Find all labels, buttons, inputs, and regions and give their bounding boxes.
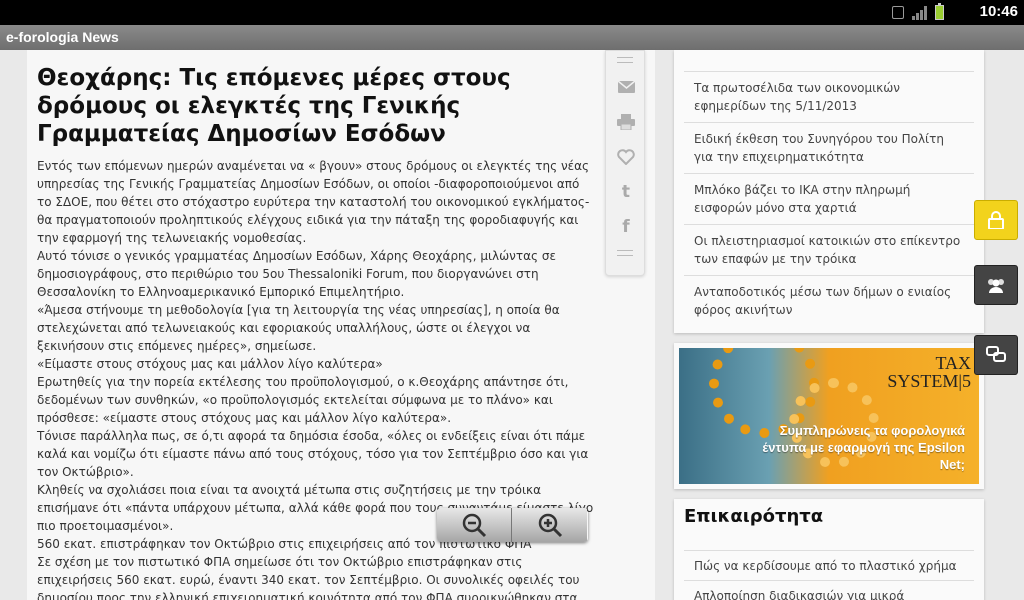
input-method-icon	[892, 6, 904, 19]
zoom-controls	[437, 508, 588, 542]
users-button[interactable]	[974, 265, 1018, 305]
section-heading: Επικαιρότητα	[684, 506, 824, 527]
article-paragraph: Τόνισε παράλληλα πως, σε ό,τι αφορά τα δ…	[37, 429, 589, 479]
zoom-out-button[interactable]	[437, 508, 512, 542]
favorite-icon[interactable]	[606, 139, 646, 174]
article-paragraph: Αυτό τόνισε ο γενικός γραμματέας Δημοσίω…	[37, 249, 556, 299]
article-paragraph: Σε σχέση με τον πιστωτικό ΦΠΑ σημείωσε ό…	[37, 555, 580, 600]
current-news-panel: Επικαιρότητα Πώς να κερδίσουμε από το πλ…	[674, 499, 984, 600]
zoom-in-button[interactable]	[512, 508, 587, 542]
article-paragraph: Εντός των επόμενων ημερών αναμένεται να …	[37, 159, 590, 245]
app-title-bar: e-forologia News	[0, 25, 1024, 50]
news-link[interactable]: Μπλόκο βάζει το ΙΚΑ στην πληρωμή εισφορώ…	[684, 173, 974, 224]
chat-button[interactable]	[974, 335, 1018, 375]
app-title: e-forologia News	[6, 29, 119, 45]
facebook-icon[interactable]: f	[606, 209, 646, 244]
ad-brand: TAX SYSTEM|5	[887, 353, 971, 391]
news-link[interactable]: Ειδική έκθεση του Συνηγόρου του Πολίτη γ…	[684, 122, 974, 173]
ad-panel: TAX SYSTEM|5 Συμπληρώνεις τα φορολογικά …	[674, 343, 984, 489]
article-paragraph: Ερωτηθείς για την πορεία εκτέλεσης του π…	[37, 375, 569, 425]
print-icon[interactable]	[606, 104, 646, 139]
chat-icon	[986, 346, 1006, 362]
zoom-in-icon	[538, 513, 562, 538]
news-link[interactable]: Τα πρωτοσέλιδα των οικονομικών εφημερίδω…	[684, 71, 974, 122]
sidebar: Τα πρωτοσέλιδα των οικονομικών εφημερίδω…	[674, 50, 984, 600]
news-link[interactable]: Οι πλειστηριασμοί κατοικιών στο επίκεντρ…	[684, 224, 974, 275]
email-icon[interactable]	[606, 69, 646, 104]
signal-icon	[912, 5, 927, 20]
status-clock: 10:46	[979, 3, 1018, 20]
article-title: Θεοχάρης: Τις επόμενες μέρες στους δρόμο…	[37, 65, 511, 147]
article-paragraph: «Είμαστε στους στόχους μας και μάλλον λί…	[37, 357, 383, 371]
tax-system-ad-banner[interactable]: TAX SYSTEM|5 Συμπληρώνεις τα φορολογικά …	[679, 348, 979, 484]
users-icon	[988, 279, 1004, 293]
zoom-out-icon	[462, 513, 487, 538]
news-link[interactable]: Απλοποίηση διαδικασιών για μικρά	[684, 580, 974, 600]
battery-icon	[935, 3, 944, 20]
lock-button[interactable]	[974, 200, 1018, 240]
news-link[interactable]: Ανταποδοτικός μέσω των δήμων ο ενιαίος φ…	[684, 275, 974, 326]
handle-icon[interactable]	[617, 57, 633, 63]
lock-icon	[988, 211, 1004, 229]
twitter-icon[interactable]: t	[606, 174, 646, 209]
top-news-panel: Τα πρωτοσέλιδα των οικονομικών εφημερίδω…	[674, 50, 984, 333]
article-paragraph: «Άμεσα στήνουμε τη μεθοδολογία [για τη λ…	[37, 303, 560, 353]
handle-icon[interactable]	[617, 250, 633, 256]
news-link[interactable]: Πώς να κερδίσουμε από το πλαστικό χρήμα	[684, 550, 974, 575]
share-toolbar: t f	[605, 50, 645, 276]
ad-message: Συμπληρώνεις τα φορολογικά έντυπα με εφα…	[762, 423, 965, 472]
status-bar: 10:46	[0, 0, 1024, 25]
